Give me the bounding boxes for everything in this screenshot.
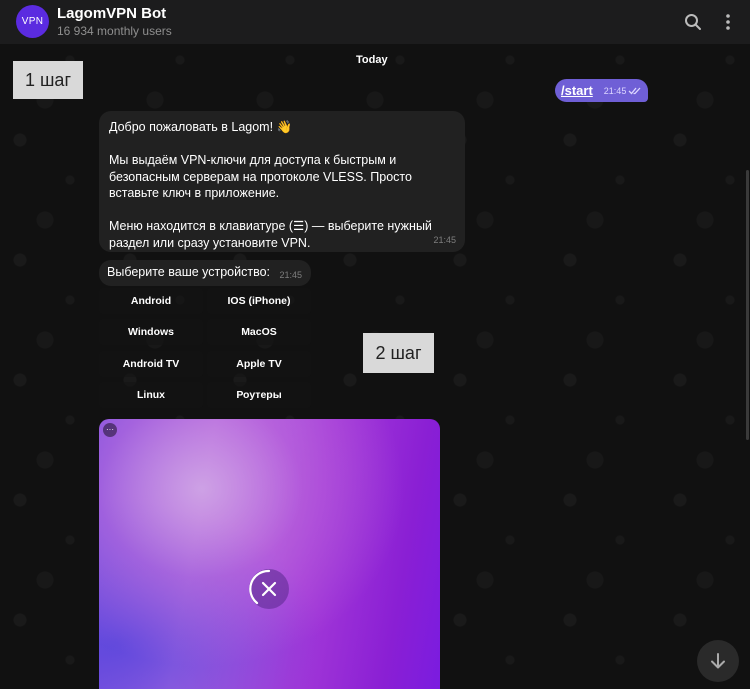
welcome-line: Меню находится в клавиатуре (☰) — выбери… [109,219,432,233]
device-button-windows[interactable]: Windows [99,319,203,345]
device-prompt-text: Выберите ваше устройство: [107,265,271,279]
device-prompt-message: Выберите ваше устройство: 21:45 [99,260,311,286]
scroll-down-button[interactable] [697,640,739,682]
chat-scrollbar[interactable] [746,170,749,440]
chat-header: VPN LagomVPN Bot 16 934 monthly users [0,0,750,44]
outgoing-message: /start 21:45 [555,79,648,102]
avatar[interactable]: VPN [16,5,49,38]
device-button-apple-tv[interactable]: Apple TV [207,351,311,377]
arrow-down-icon [711,653,725,669]
step-label-2: 2 шаг [363,333,434,373]
date-separator: Today [356,54,388,66]
close-icon [249,569,277,605]
welcome-message: Добро пожаловать в Lagom! 👋 Мы выдаём VP… [99,111,465,252]
chat-title-block[interactable]: LagomVPN Bot 16 934 monthly users [57,5,172,39]
bot-subtitle: 16 934 monthly users [57,24,172,38]
welcome-line: Добро пожаловать в Lagom! 👋 [109,120,293,134]
start-command-link[interactable]: /start [561,83,593,98]
welcome-line: Мы выдаём VPN-ключи для доступа к быстры… [109,153,397,167]
message-time: 21:45 [433,234,456,245]
device-button-routers[interactable]: Роутеры [207,382,311,408]
welcome-line: раздел или сразу установите VPN. [109,235,311,250]
bot-title: LagomVPN Bot [57,5,167,22]
media-preview[interactable]: ··· [99,419,440,689]
cancel-download-button[interactable] [249,569,289,609]
more-vertical-icon[interactable] [717,11,739,33]
device-button-android-tv[interactable]: Android TV [99,351,203,377]
welcome-line: вставьте ключ в приложение. [109,186,280,200]
search-icon[interactable] [682,11,704,33]
device-button-android[interactable]: Android [99,288,203,314]
step-label-1: 1 шаг [13,61,83,99]
double-check-icon [628,86,642,95]
device-button-linux[interactable]: Linux [99,382,203,408]
message-time: 21:45 [279,269,302,280]
device-button-ios[interactable]: IOS (iPhone) [207,288,311,314]
message-time: 21:45 [603,85,627,96]
welcome-line: безопасным серверам на протоколе VLESS. … [109,169,412,184]
more-horizontal-icon[interactable]: ··· [103,423,117,437]
device-button-macos[interactable]: MacOS [207,319,311,345]
